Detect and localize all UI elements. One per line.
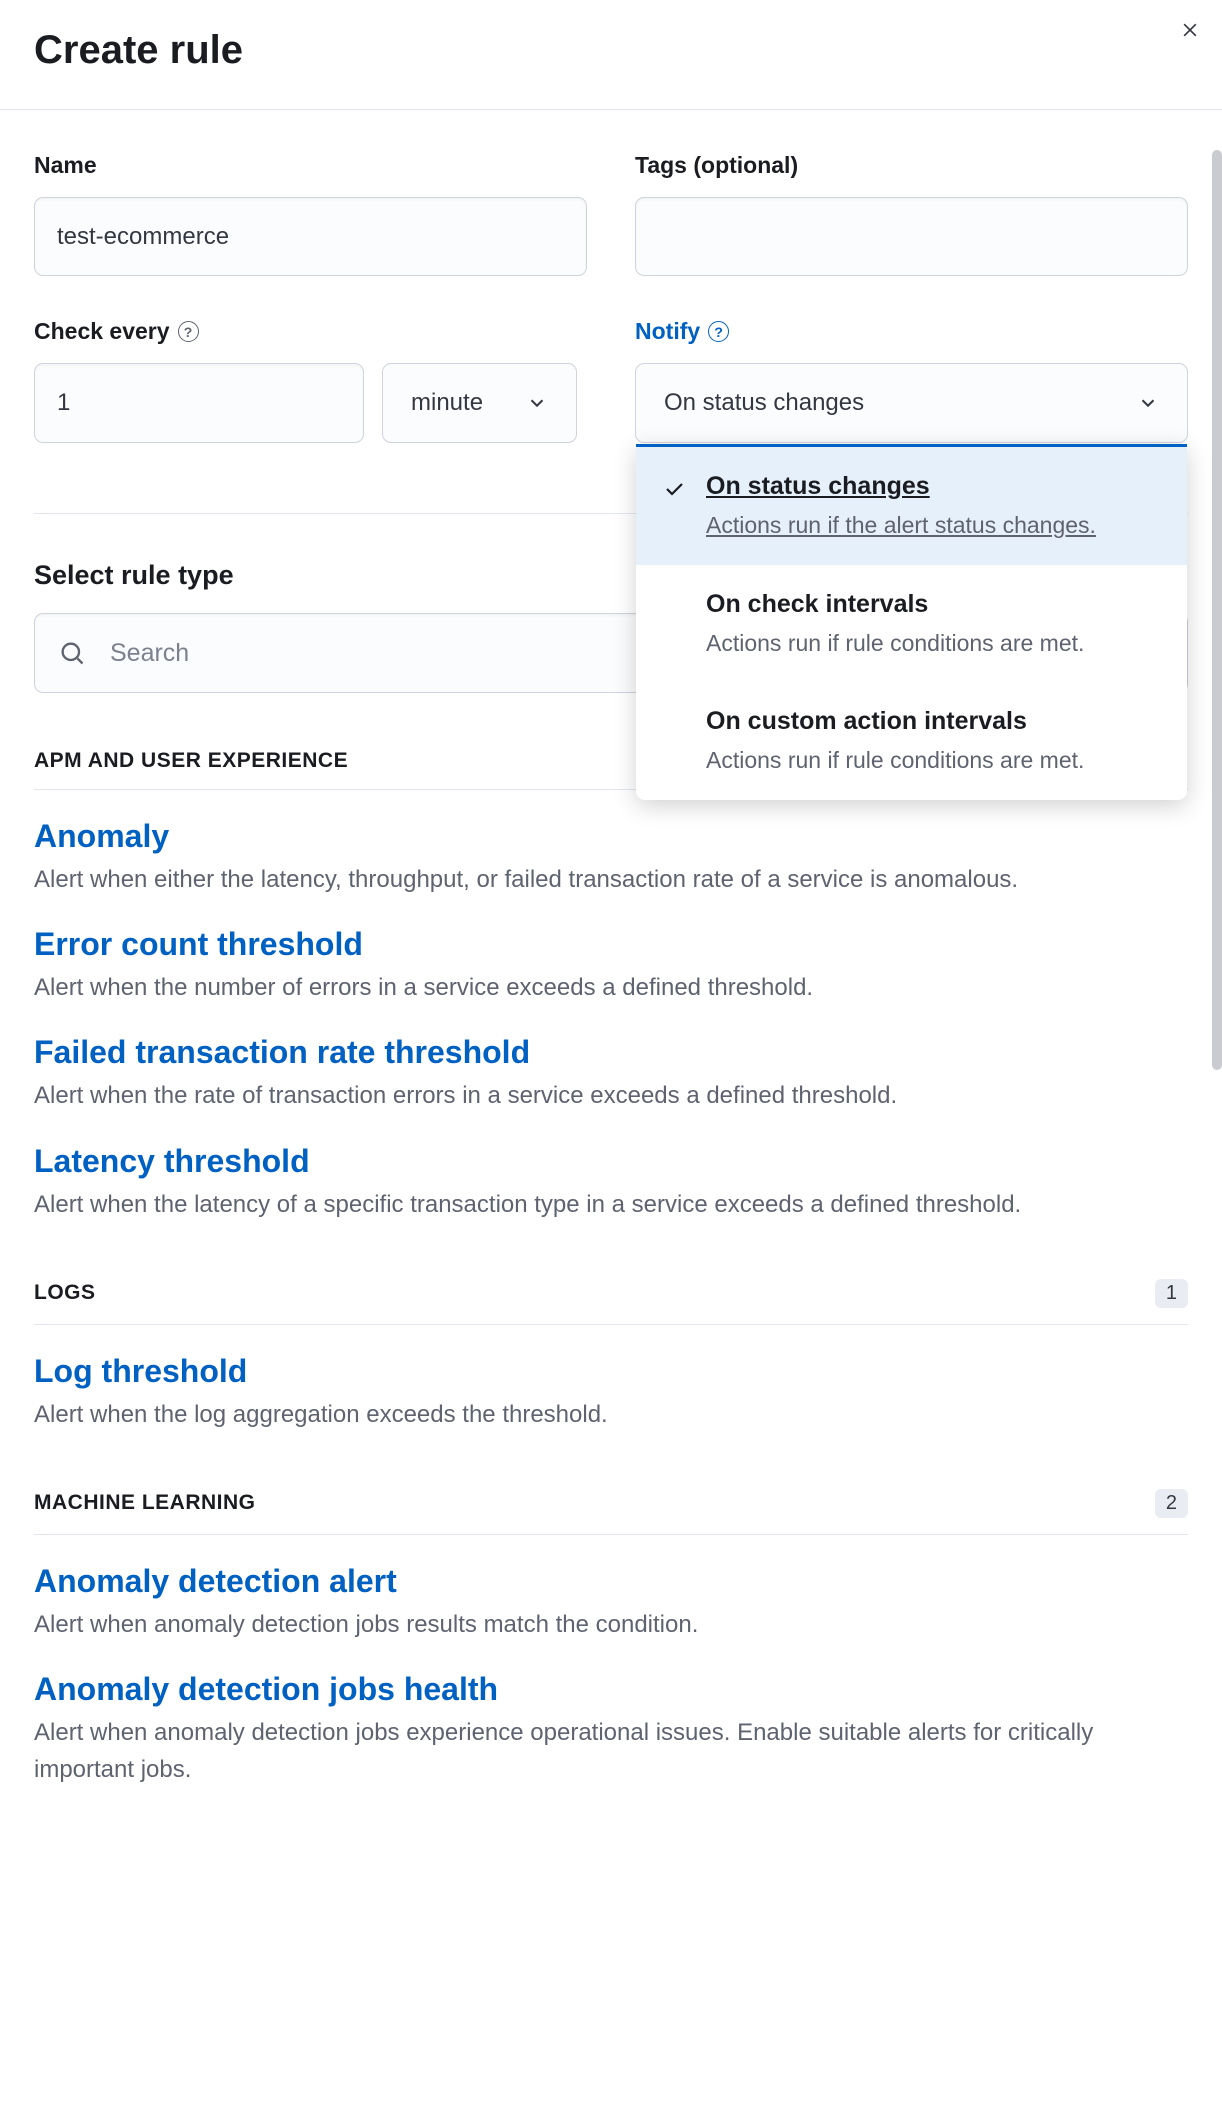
tags-label: Tags (optional)	[635, 152, 1188, 179]
rule-desc: Alert when the latency of a specific tra…	[34, 1186, 1188, 1223]
modal-content: Name Tags (optional) Check every ? minut…	[0, 110, 1222, 1829]
check-every-unit-select[interactable]: minute	[382, 363, 577, 443]
rule-type-anomaly[interactable]: Anomaly Alert when either the latency, t…	[34, 818, 1188, 898]
rule-type-anomaly-detection-jobs-health[interactable]: Anomaly detection jobs health Alert when…	[34, 1671, 1188, 1788]
check-icon	[662, 477, 686, 501]
rule-title: Anomaly detection jobs health	[34, 1671, 498, 1708]
page-title: Create rule	[34, 28, 1188, 73]
notify-selected-value: On status changes	[664, 389, 864, 417]
notify-select[interactable]: On status changes On status changes Acti…	[635, 363, 1188, 443]
rule-type-failed-transaction-rate-threshold[interactable]: Failed transaction rate threshold Alert …	[34, 1034, 1188, 1114]
notify-option-status-changes[interactable]: On status changes Actions run if the ale…	[636, 447, 1187, 565]
help-icon[interactable]: ?	[708, 321, 729, 342]
help-icon[interactable]: ?	[178, 321, 199, 342]
scrollbar-thumb[interactable]	[1212, 150, 1222, 1070]
rule-title: Log threshold	[34, 1353, 247, 1390]
category-badge: 2	[1155, 1489, 1188, 1518]
rule-desc: Alert when the rate of transaction error…	[34, 1077, 1188, 1114]
check-every-unit-value: minute	[411, 389, 483, 417]
rule-type-latency-threshold[interactable]: Latency threshold Alert when the latency…	[34, 1143, 1188, 1223]
search-icon	[58, 639, 86, 667]
option-desc: Actions run if rule conditions are met.	[706, 626, 1159, 661]
rule-title: Anomaly detection alert	[34, 1563, 397, 1600]
category-name: LOGS	[34, 1281, 96, 1305]
chevron-down-icon	[1137, 392, 1159, 414]
notify-option-check-intervals[interactable]: On check intervals Actions run if rule c…	[636, 565, 1187, 683]
tags-input[interactable]	[635, 197, 1188, 276]
option-title: On status changes	[706, 469, 1159, 504]
check-every-value-input[interactable]	[34, 363, 364, 443]
notify-label: Notify ?	[635, 318, 1188, 345]
rule-desc: Alert when either the latency, throughpu…	[34, 861, 1188, 898]
rule-type-log-threshold[interactable]: Log threshold Alert when the log aggrega…	[34, 1353, 1188, 1433]
rule-desc: Alert when anomaly detection jobs experi…	[34, 1714, 1188, 1788]
option-title: On check intervals	[706, 587, 1159, 622]
name-label: Name	[34, 152, 587, 179]
rule-desc: Alert when the log aggregation exceeds t…	[34, 1396, 1188, 1433]
rule-title: Latency threshold	[34, 1143, 310, 1180]
rule-title: Anomaly	[34, 818, 169, 855]
category-badge: 1	[1155, 1279, 1188, 1308]
category-header-machine-learning: MACHINE LEARNING 2	[34, 1489, 1188, 1535]
option-desc: Actions run if rule conditions are met.	[706, 743, 1159, 778]
rule-title: Error count threshold	[34, 926, 363, 963]
rule-desc: Alert when anomaly detection jobs result…	[34, 1606, 1188, 1643]
rule-desc: Alert when the number of errors in a ser…	[34, 969, 1188, 1006]
close-button[interactable]	[1178, 18, 1202, 42]
chevron-down-icon	[526, 392, 548, 414]
rule-type-anomaly-detection-alert[interactable]: Anomaly detection alert Alert when anoma…	[34, 1563, 1188, 1643]
rule-type-error-count-threshold[interactable]: Error count threshold Alert when the num…	[34, 926, 1188, 1006]
category-name: APM AND USER EXPERIENCE	[34, 749, 348, 773]
category-header-logs: LOGS 1	[34, 1279, 1188, 1325]
option-title: On custom action intervals	[706, 704, 1159, 739]
check-every-label: Check every ?	[34, 318, 587, 345]
option-desc: Actions run if the alert status changes.	[706, 508, 1159, 543]
rule-title: Failed transaction rate threshold	[34, 1034, 530, 1071]
close-icon	[1180, 20, 1200, 40]
modal-header: Create rule	[0, 0, 1222, 110]
notify-dropdown-panel: On status changes Actions run if the ale…	[636, 444, 1187, 800]
notify-option-custom-intervals[interactable]: On custom action intervals Actions run i…	[636, 682, 1187, 800]
name-input[interactable]	[34, 197, 587, 276]
category-name: MACHINE LEARNING	[34, 1491, 256, 1515]
